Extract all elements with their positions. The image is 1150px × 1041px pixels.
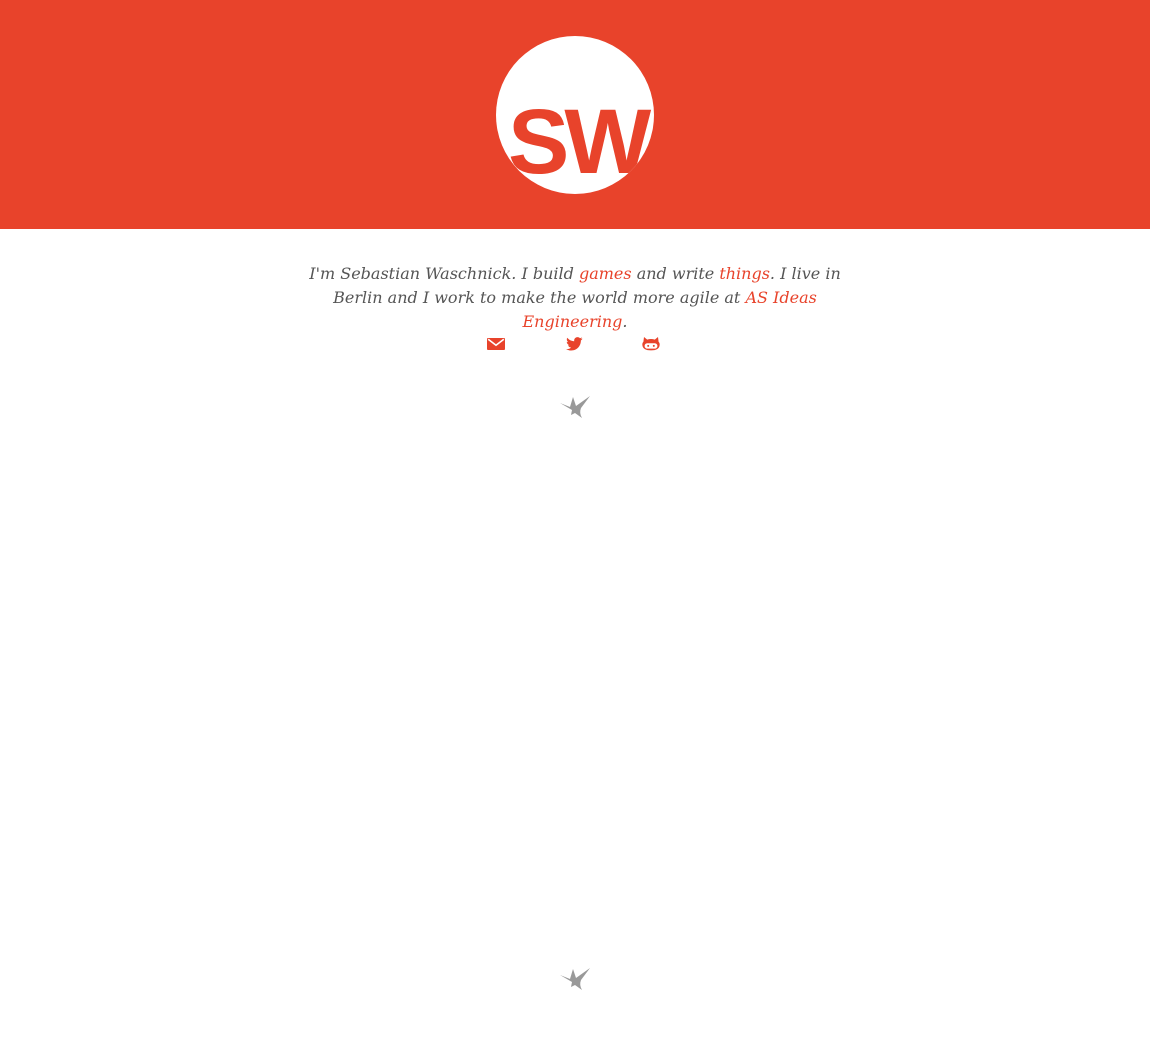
intro-paragraph: I'm Sebastian Waschnick. I build games a…: [300, 262, 850, 334]
intro-text-2: and write: [631, 264, 720, 283]
hummingbird-icon: [560, 968, 590, 990]
mail-icon: [487, 338, 505, 350]
site-header: SW: [0, 0, 1150, 229]
github-link[interactable]: [640, 334, 662, 354]
twitter-icon: [565, 337, 583, 351]
email-link[interactable]: [485, 334, 507, 354]
logo[interactable]: SW: [496, 36, 654, 194]
games-link[interactable]: games: [579, 264, 632, 283]
twitter-link[interactable]: [563, 334, 585, 354]
intro-text-4: .: [622, 312, 628, 331]
things-link[interactable]: things: [719, 264, 770, 283]
github-icon: [642, 337, 660, 351]
logo-text: SW: [508, 91, 651, 193]
hummingbird-icon: [560, 396, 590, 418]
intro-text-1: I'm Sebastian Waschnick. I build: [309, 264, 579, 283]
